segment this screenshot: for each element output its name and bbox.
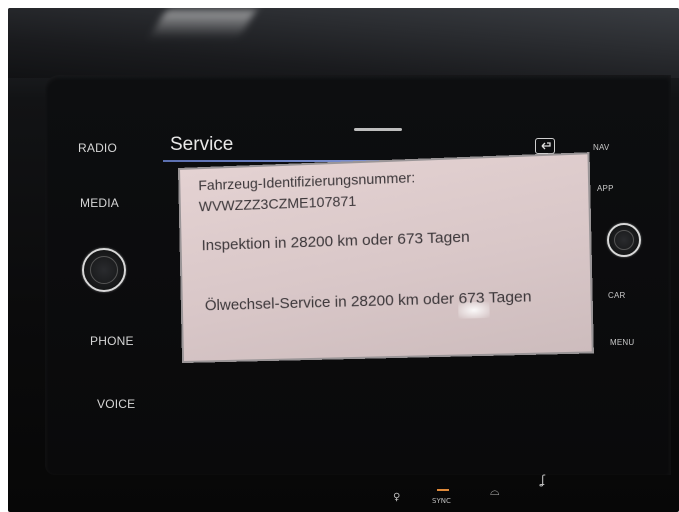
dashboard-glare [149, 10, 257, 38]
app-button[interactable]: APP [597, 184, 614, 193]
back-arrow-icon [541, 142, 551, 150]
volume-knob-center [90, 256, 118, 284]
vin-label: Fahrzeug-Identifizierungsnummer: [198, 169, 416, 194]
volume-knob[interactable] [82, 248, 126, 292]
media-button[interactable]: MEDIA [80, 196, 119, 210]
photo-background: RADIO MEDIA PHONE VOICE NAV APP CAR MENU… [0, 0, 679, 512]
tuning-knob-center [614, 230, 634, 250]
menu-button[interactable]: MENU [610, 338, 634, 347]
inspection-info: Inspektion in 28200 km oder 673 Tagen [201, 228, 470, 255]
tuning-knob[interactable] [607, 223, 641, 257]
reflection-glare [458, 301, 490, 319]
back-button[interactable] [535, 138, 555, 154]
person-icon[interactable]: ♀ [393, 492, 400, 503]
sync-label[interactable]: SYNC [432, 497, 451, 505]
sync-indicator [437, 489, 449, 491]
car-icon[interactable]: ⌓ [490, 484, 500, 499]
vin-value: WVWZZZ3CZME107871 [198, 192, 357, 215]
voice-button[interactable]: VOICE [97, 397, 135, 411]
pull-down-handle[interactable] [354, 128, 402, 131]
service-info-panel: Fahrzeug-Identifizierungsnummer: WVWZZZ3… [178, 152, 594, 364]
radio-button[interactable]: RADIO [78, 141, 117, 155]
page-title: Service [170, 134, 234, 155]
dashboard-top [8, 8, 679, 78]
phone-button[interactable]: PHONE [90, 334, 134, 348]
car-button[interactable]: CAR [608, 291, 626, 300]
seat-heating-icon[interactable]: ʆ [541, 473, 545, 487]
nav-button[interactable]: NAV [593, 143, 609, 152]
